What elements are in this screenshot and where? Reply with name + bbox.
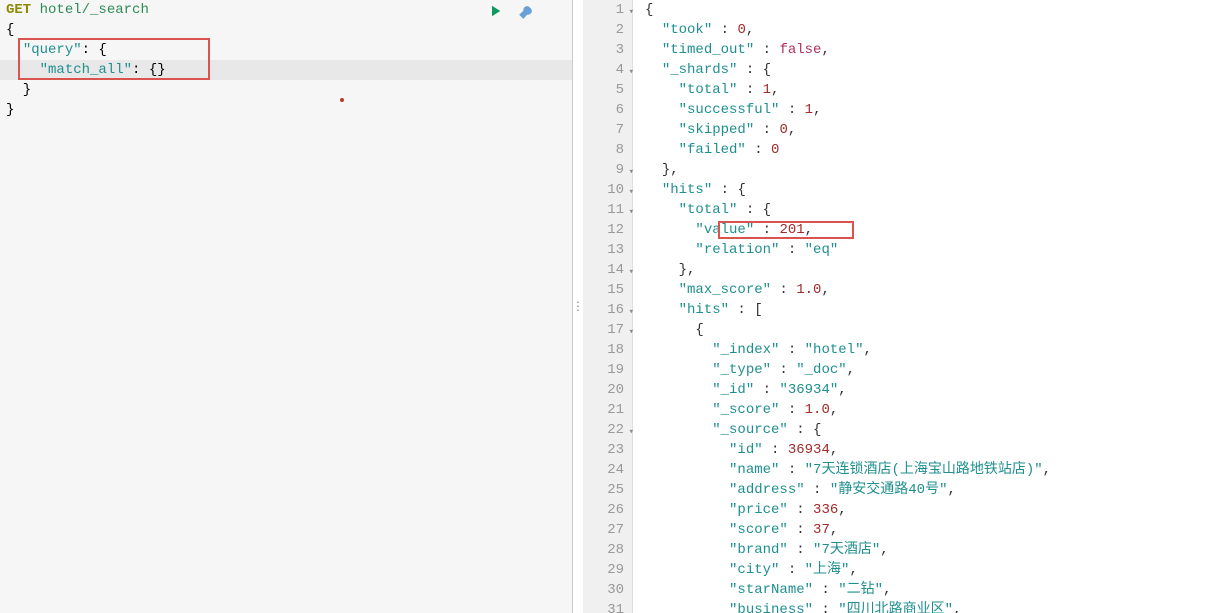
cursor-dot <box>340 98 344 102</box>
response-line: "starName" : "二钻", <box>645 580 1207 600</box>
line-gutter: 1234567891011121314151617181920212223242… <box>583 0 633 613</box>
response-line: { <box>645 320 1207 340</box>
response-line: "price" : 336, <box>645 500 1207 520</box>
response-line: "skipped" : 0, <box>645 120 1207 140</box>
response-line: }, <box>645 160 1207 180</box>
request-editor[interactable]: GET hotel/_search{ "query": { "match_all… <box>0 0 573 613</box>
response-body: { "took" : 0, "timed_out" : false, "_sha… <box>633 0 1207 613</box>
response-line: "_index" : "hotel", <box>645 340 1207 360</box>
request-body-line[interactable]: { <box>0 20 572 40</box>
request-body-line[interactable]: } <box>0 100 572 120</box>
response-line: "_type" : "_doc", <box>645 360 1207 380</box>
response-line: "max_score" : 1.0, <box>645 280 1207 300</box>
response-line: "city" : "上海", <box>645 560 1207 580</box>
response-line: "_score" : 1.0, <box>645 400 1207 420</box>
pane-divider[interactable]: ⋮ <box>573 0 583 613</box>
response-line: "total" : { <box>645 200 1207 220</box>
response-line: "_source" : { <box>645 420 1207 440</box>
response-line: "took" : 0, <box>645 20 1207 40</box>
response-line: "relation" : "eq" <box>645 240 1207 260</box>
response-line: "value" : 201, <box>645 220 1207 240</box>
response-line: { <box>645 0 1207 20</box>
response-line: "successful" : 1, <box>645 100 1207 120</box>
response-line: "score" : 37, <box>645 520 1207 540</box>
response-line: "_shards" : { <box>645 60 1207 80</box>
response-viewer[interactable]: 1234567891011121314151617181920212223242… <box>583 0 1207 613</box>
response-line: "total" : 1, <box>645 80 1207 100</box>
request-body-line[interactable]: } <box>0 80 572 100</box>
response-line: "business" : "四川北路商业区", <box>645 600 1207 613</box>
response-line: "hits" : [ <box>645 300 1207 320</box>
response-line: "id" : 36934, <box>645 440 1207 460</box>
response-line: "failed" : 0 <box>645 140 1207 160</box>
request-body-line[interactable]: "match_all": {} <box>0 60 572 80</box>
response-line: "brand" : "7天酒店", <box>645 540 1207 560</box>
response-line: "name" : "7天连锁酒店(上海宝山路地铁站店)", <box>645 460 1207 480</box>
response-line: "hits" : { <box>645 180 1207 200</box>
request-line[interactable]: GET hotel/_search <box>0 0 572 20</box>
response-line: "address" : "静安交通路40号", <box>645 480 1207 500</box>
response-line: }, <box>645 260 1207 280</box>
response-line: "timed_out" : false, <box>645 40 1207 60</box>
response-line: "_id" : "36934", <box>645 380 1207 400</box>
request-body-line[interactable]: "query": { <box>0 40 572 60</box>
